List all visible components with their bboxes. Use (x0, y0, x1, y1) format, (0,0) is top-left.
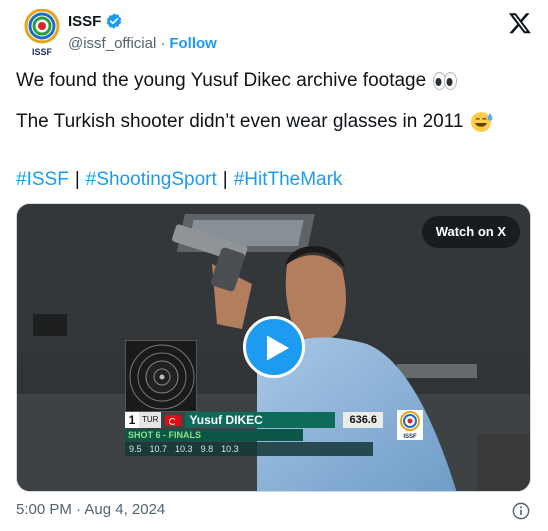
scoreboard-logo-text: ISSF (403, 434, 417, 440)
verified-badge-icon (107, 13, 122, 29)
issf-logo-avatar[interactable]: ISSF (22, 9, 62, 57)
grinning-sweat-emoji-icon (471, 111, 493, 132)
tweet-footer: 5:00 PM · Aug 4, 2024 (16, 501, 532, 521)
scoreboard-rank: 1 (125, 412, 139, 428)
tweet-text: We found the young Yusuf Dikec archive f… (16, 68, 532, 134)
scoreboard-score: 10.3 (221, 444, 239, 454)
hashtag-separator: | (222, 169, 228, 190)
hashtag-separator: | (74, 169, 80, 190)
hashtag-hitthemark[interactable]: #HitTheMark (234, 169, 343, 190)
author-block: ISSF @issf_official · Follow (68, 11, 217, 53)
scoreboard-athlete: Yusuf DIKEC (185, 412, 336, 428)
scoreboard-score: 9.5 (129, 444, 142, 454)
avatar-text: ISSF (32, 47, 53, 57)
scoreboard-shot-label: SHOT 6 - FINALS (125, 429, 303, 441)
follow-button[interactable]: Follow (169, 35, 217, 52)
play-icon (267, 335, 289, 361)
info-icon[interactable] (512, 502, 530, 520)
issf-scoreboard-logo: ISSF (397, 410, 423, 440)
author-display-name[interactable]: ISSF (68, 13, 101, 30)
x-logo-icon[interactable] (508, 11, 532, 35)
timestamp-link[interactable]: 5:00 PM · Aug 4, 2024 (16, 501, 165, 518)
tweet-header: ISSF ISSF @issf_official · Follow (16, 8, 532, 58)
scoreboard-score: 9.8 (200, 444, 214, 454)
video-media[interactable]: 1 TUR Yusuf DIKEC 636.6 SHOT 6 - FINALS … (16, 203, 531, 492)
turkey-flag-icon (165, 414, 182, 426)
hashtag-issf[interactable]: #ISSF (16, 169, 69, 190)
separator-dot: · (160, 35, 166, 52)
tweet-line-1: We found the young Yusuf Dikec archive f… (16, 70, 427, 91)
play-button[interactable] (243, 316, 305, 378)
hashtag-row: #ISSF | #ShootingSport | #HitTheMark (16, 167, 342, 192)
scoreboard-scores: 9.5 10.7 10.3 9.8 10.3 (125, 442, 373, 456)
hashtag-shootingsport[interactable]: #ShootingSport (86, 169, 217, 190)
scoreboard-score: 10.3 (175, 444, 193, 454)
watch-on-x-button[interactable]: Watch on X (421, 216, 520, 248)
eyes-emoji-icon (433, 71, 458, 90)
scoreboard-country: TUR (139, 412, 162, 428)
author-handle[interactable]: @issf_official (68, 35, 156, 52)
scoreboard-overlay: 1 TUR Yusuf DIKEC 636.6 SHOT 6 - FINALS … (125, 410, 435, 456)
target-graphic (125, 340, 197, 412)
tweet-line-2: The Turkish shooter didn’t even wear gla… (16, 111, 464, 132)
scoreboard-score: 10.7 (149, 444, 168, 454)
scoreboard-total: 636.6 (343, 412, 383, 428)
